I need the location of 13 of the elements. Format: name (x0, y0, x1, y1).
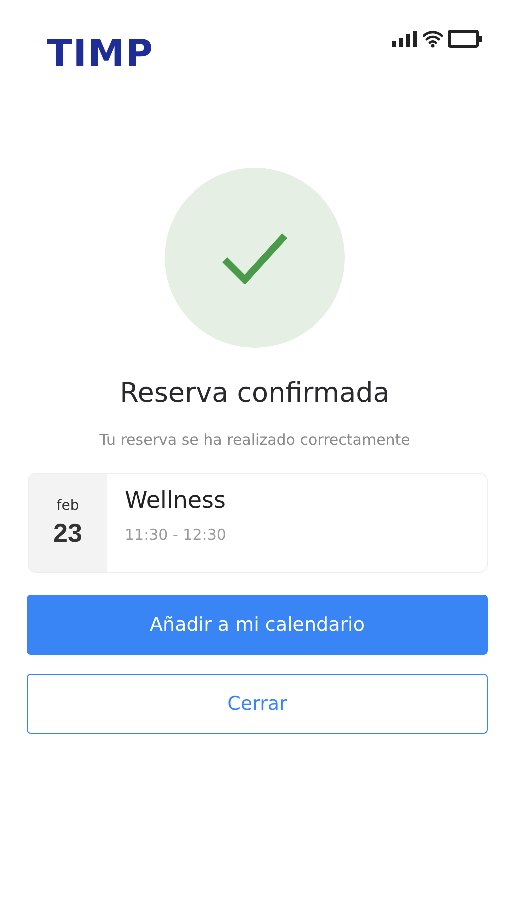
signal-icon (392, 31, 418, 47)
booking-time: 11:30 - 12:30 (125, 526, 226, 544)
close-button[interactable]: Cerrar (27, 674, 488, 734)
booking-day: 23 (54, 518, 82, 548)
app-logo: TIMP (47, 35, 154, 72)
check-icon (221, 232, 289, 284)
confirmation-subtitle: Tu reserva se ha realizado correctamente (100, 431, 410, 449)
wifi-icon (423, 30, 443, 48)
confirmation-title: Reserva confirmada (120, 378, 390, 409)
add-to-calendar-button[interactable]: Añadir a mi calendario (27, 595, 488, 655)
battery-icon (448, 30, 482, 48)
booking-month: feb (56, 498, 80, 514)
booking-name: Wellness (125, 488, 226, 514)
